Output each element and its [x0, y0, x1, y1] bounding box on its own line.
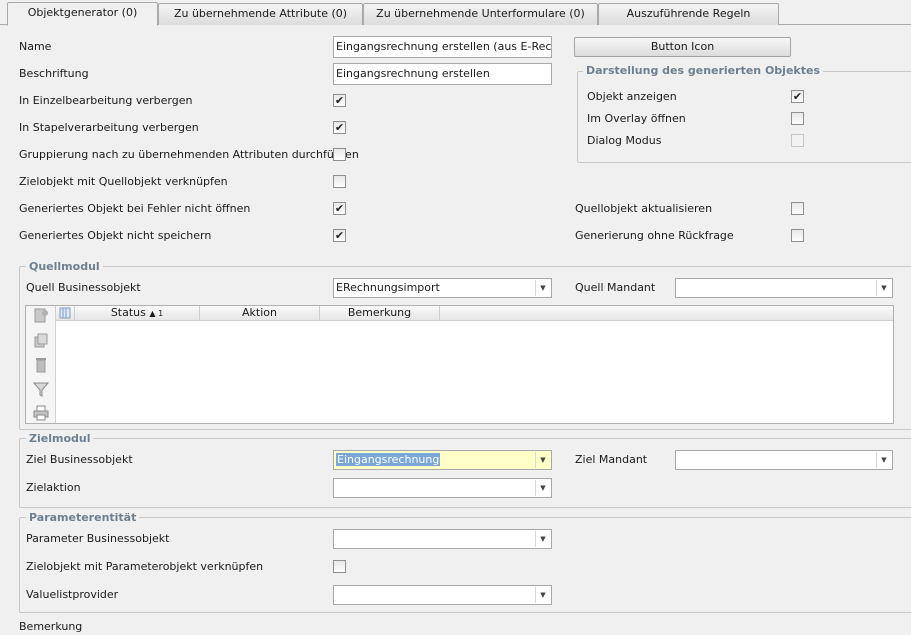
zielobjekt-label: Zielobjekt mit Quellobjekt verknüpfen — [19, 175, 228, 188]
anzeigen-label: Objekt anzeigen — [587, 90, 677, 103]
delete-icon[interactable] — [33, 357, 49, 373]
button-icon-button[interactable]: Button Icon — [574, 37, 791, 57]
quell-mandant-label: Quell Mandant — [575, 281, 656, 294]
quellobjekt-akt-checkbox[interactable] — [791, 202, 804, 215]
column-status-label: Status — [110, 306, 146, 319]
vlp-label: Valuelistprovider — [26, 588, 119, 601]
darstellung-title: Darstellung des generierten Objektes — [583, 64, 823, 77]
stapel-label: In Stapelverarbeitung verbergen — [19, 121, 199, 134]
print-icon[interactable] — [33, 405, 49, 421]
sort-asc-icon: ▲ 1 — [149, 309, 164, 318]
ziel-bo-select[interactable]: Eingangsrechnung ▼ — [333, 450, 552, 470]
quell-bo-select[interactable]: ERechnungsimport ▼ — [333, 278, 552, 298]
gruppierung-checkbox[interactable] — [333, 148, 346, 161]
fehler-label: Generiertes Objekt bei Fehler nicht öffn… — [19, 202, 251, 215]
chevron-down-icon[interactable]: ▼ — [535, 280, 550, 296]
gruppierung-label: Gruppierung nach zu übernehmenden Attrib… — [19, 148, 359, 161]
chevron-down-icon[interactable]: ▼ — [876, 452, 891, 468]
beschriftung-label: Beschriftung — [19, 67, 89, 80]
einzel-label: In Einzelbearbeitung verbergen — [19, 94, 193, 107]
quell-mandant-select[interactable]: ▼ — [675, 278, 893, 298]
quell-grid: Status ▲ 1 Aktion Bemerkung — [25, 305, 894, 424]
chevron-down-icon[interactable]: ▼ — [535, 452, 550, 468]
column-header-status[interactable]: Status ▲ 1 — [75, 306, 200, 321]
ziel-bo-label: Ziel Businessobjekt — [26, 453, 133, 466]
dialog-label: Dialog Modus — [587, 134, 662, 147]
tab-regeln[interactable]: Auszuführende Regeln — [598, 3, 779, 25]
zielaktion-select[interactable]: ▼ — [333, 478, 552, 498]
column-chooser-icon[interactable] — [56, 306, 75, 321]
tab-unterformulare[interactable]: Zu übernehmende Unterformulare (0) — [363, 3, 598, 25]
tab-bar: Objektgenerator (0) Zu übernehmende Attr… — [0, 0, 911, 26]
nicht-speichern-checkbox[interactable]: ✔ — [333, 229, 346, 242]
bemerkung-label: Bemerkung — [19, 620, 83, 633]
chevron-down-icon[interactable]: ▼ — [535, 480, 550, 496]
parameter-title: Parameterentität — [26, 511, 140, 524]
zielaktion-label: Zielaktion — [26, 481, 81, 494]
param-bo-label: Parameter Businessobjekt — [26, 532, 170, 545]
vlp-select[interactable]: ▼ — [333, 585, 552, 605]
name-label: Name — [19, 40, 52, 53]
zielobjekt-checkbox[interactable] — [333, 175, 346, 188]
overlay-label: Im Overlay öffnen — [587, 112, 686, 125]
ziel-bo-value: Eingangsrechnung — [336, 453, 441, 466]
stapel-checkbox[interactable]: ✔ — [333, 121, 346, 134]
chevron-down-icon[interactable]: ▼ — [535, 531, 550, 547]
tab-objektgenerator[interactable]: Objektgenerator (0) — [7, 2, 158, 26]
param-verknuepfen-label: Zielobjekt mit Parameterobjekt verknüpfe… — [26, 560, 264, 573]
param-verknuepfen-checkbox[interactable] — [333, 560, 346, 573]
einzel-checkbox[interactable]: ✔ — [333, 94, 346, 107]
param-bo-select[interactable]: ▼ — [333, 529, 552, 549]
column-header-aktion[interactable]: Aktion — [200, 306, 320, 321]
overlay-checkbox[interactable] — [791, 112, 804, 125]
copy-icon[interactable] — [33, 333, 49, 349]
beschriftung-field[interactable]: Eingangsrechnung erstellen — [333, 63, 552, 85]
ohne-rueckfrage-label: Generierung ohne Rückfrage — [575, 229, 734, 242]
ziel-mandant-label: Ziel Mandant — [575, 453, 648, 466]
quellmodul-title: Quellmodul — [26, 260, 103, 273]
nicht-speichern-label: Generiertes Objekt nicht speichern — [19, 229, 212, 242]
fehler-checkbox[interactable]: ✔ — [333, 202, 346, 215]
name-field[interactable]: Eingangsrechnung erstellen (aus E-Rechnu… — [333, 36, 552, 58]
ohne-rueckfrage-checkbox[interactable] — [791, 229, 804, 242]
filter-icon[interactable] — [33, 381, 49, 397]
quell-bo-value: ERechnungsimport — [336, 281, 440, 294]
ziel-mandant-select[interactable]: ▼ — [675, 450, 893, 470]
new-record-icon[interactable] — [33, 308, 49, 324]
quell-bo-label: Quell Businessobjekt — [26, 281, 141, 294]
anzeigen-checkbox[interactable]: ✔ — [791, 90, 804, 103]
tab-attribute[interactable]: Zu übernehmende Attribute (0) — [158, 3, 363, 25]
dialog-checkbox — [791, 134, 804, 147]
column-header-bemerkung[interactable]: Bemerkung — [320, 306, 440, 321]
quellobjekt-akt-label: Quellobjekt aktualisieren — [575, 202, 713, 215]
chevron-down-icon[interactable]: ▼ — [876, 280, 891, 296]
chevron-down-icon[interactable]: ▼ — [535, 587, 550, 603]
grid-toolbar — [26, 306, 56, 423]
zielmodul-title: Zielmodul — [26, 432, 94, 445]
grid-header: Status ▲ 1 Aktion Bemerkung — [56, 306, 893, 321]
